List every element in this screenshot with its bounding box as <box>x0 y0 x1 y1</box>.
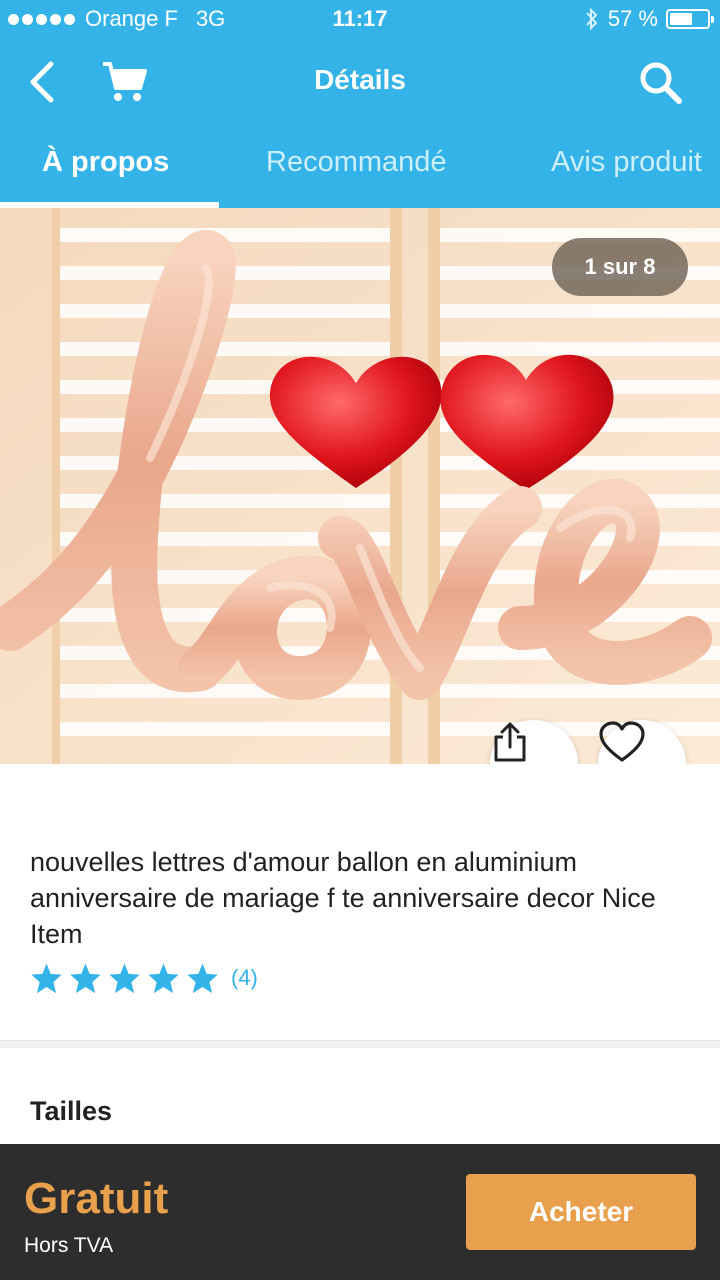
tab-avis-produit[interactable]: Avis produit <box>551 146 702 179</box>
star-icon <box>70 963 101 994</box>
battery-percent: 57 % <box>607 6 658 31</box>
product-rating[interactable]: (4) <box>30 962 258 994</box>
search-icon[interactable] <box>632 54 688 110</box>
star-icon <box>31 963 62 994</box>
image-counter: 1 sur 8 <box>552 238 688 296</box>
tab-bar: À propos Recommandé Avis produit <box>0 124 720 208</box>
tab-a-propos[interactable]: À propos <box>42 146 169 179</box>
sizes-heading: Tailles <box>30 1096 113 1126</box>
product-title: nouvelles lettres d'amour ballon en alum… <box>30 847 656 949</box>
buy-button[interactable]: Acheter <box>466 1174 696 1250</box>
bluetooth-icon <box>586 7 598 31</box>
price-label: Gratuit <box>24 1174 169 1223</box>
heart-icon <box>599 721 645 762</box>
tab-recommande[interactable]: Recommandé <box>266 146 447 179</box>
star-icon <box>148 963 179 994</box>
section-divider <box>0 1040 720 1048</box>
nav-bar: Détails <box>0 40 720 124</box>
battery-icon <box>666 9 714 29</box>
page-title: Détails <box>314 64 406 95</box>
star-icon <box>109 963 140 994</box>
review-count[interactable]: (4) <box>231 965 258 991</box>
product-image[interactable]: 1 sur 8 <box>0 208 720 764</box>
star-rating <box>30 962 219 994</box>
share-icon <box>494 722 526 762</box>
price-note: Hors TVA <box>24 1234 114 1257</box>
purchase-bar: Gratuit Hors TVA Acheter <box>0 1144 720 1280</box>
status-bar: Orange F 3G 11:17 57 % <box>0 0 720 40</box>
star-icon <box>187 963 218 994</box>
